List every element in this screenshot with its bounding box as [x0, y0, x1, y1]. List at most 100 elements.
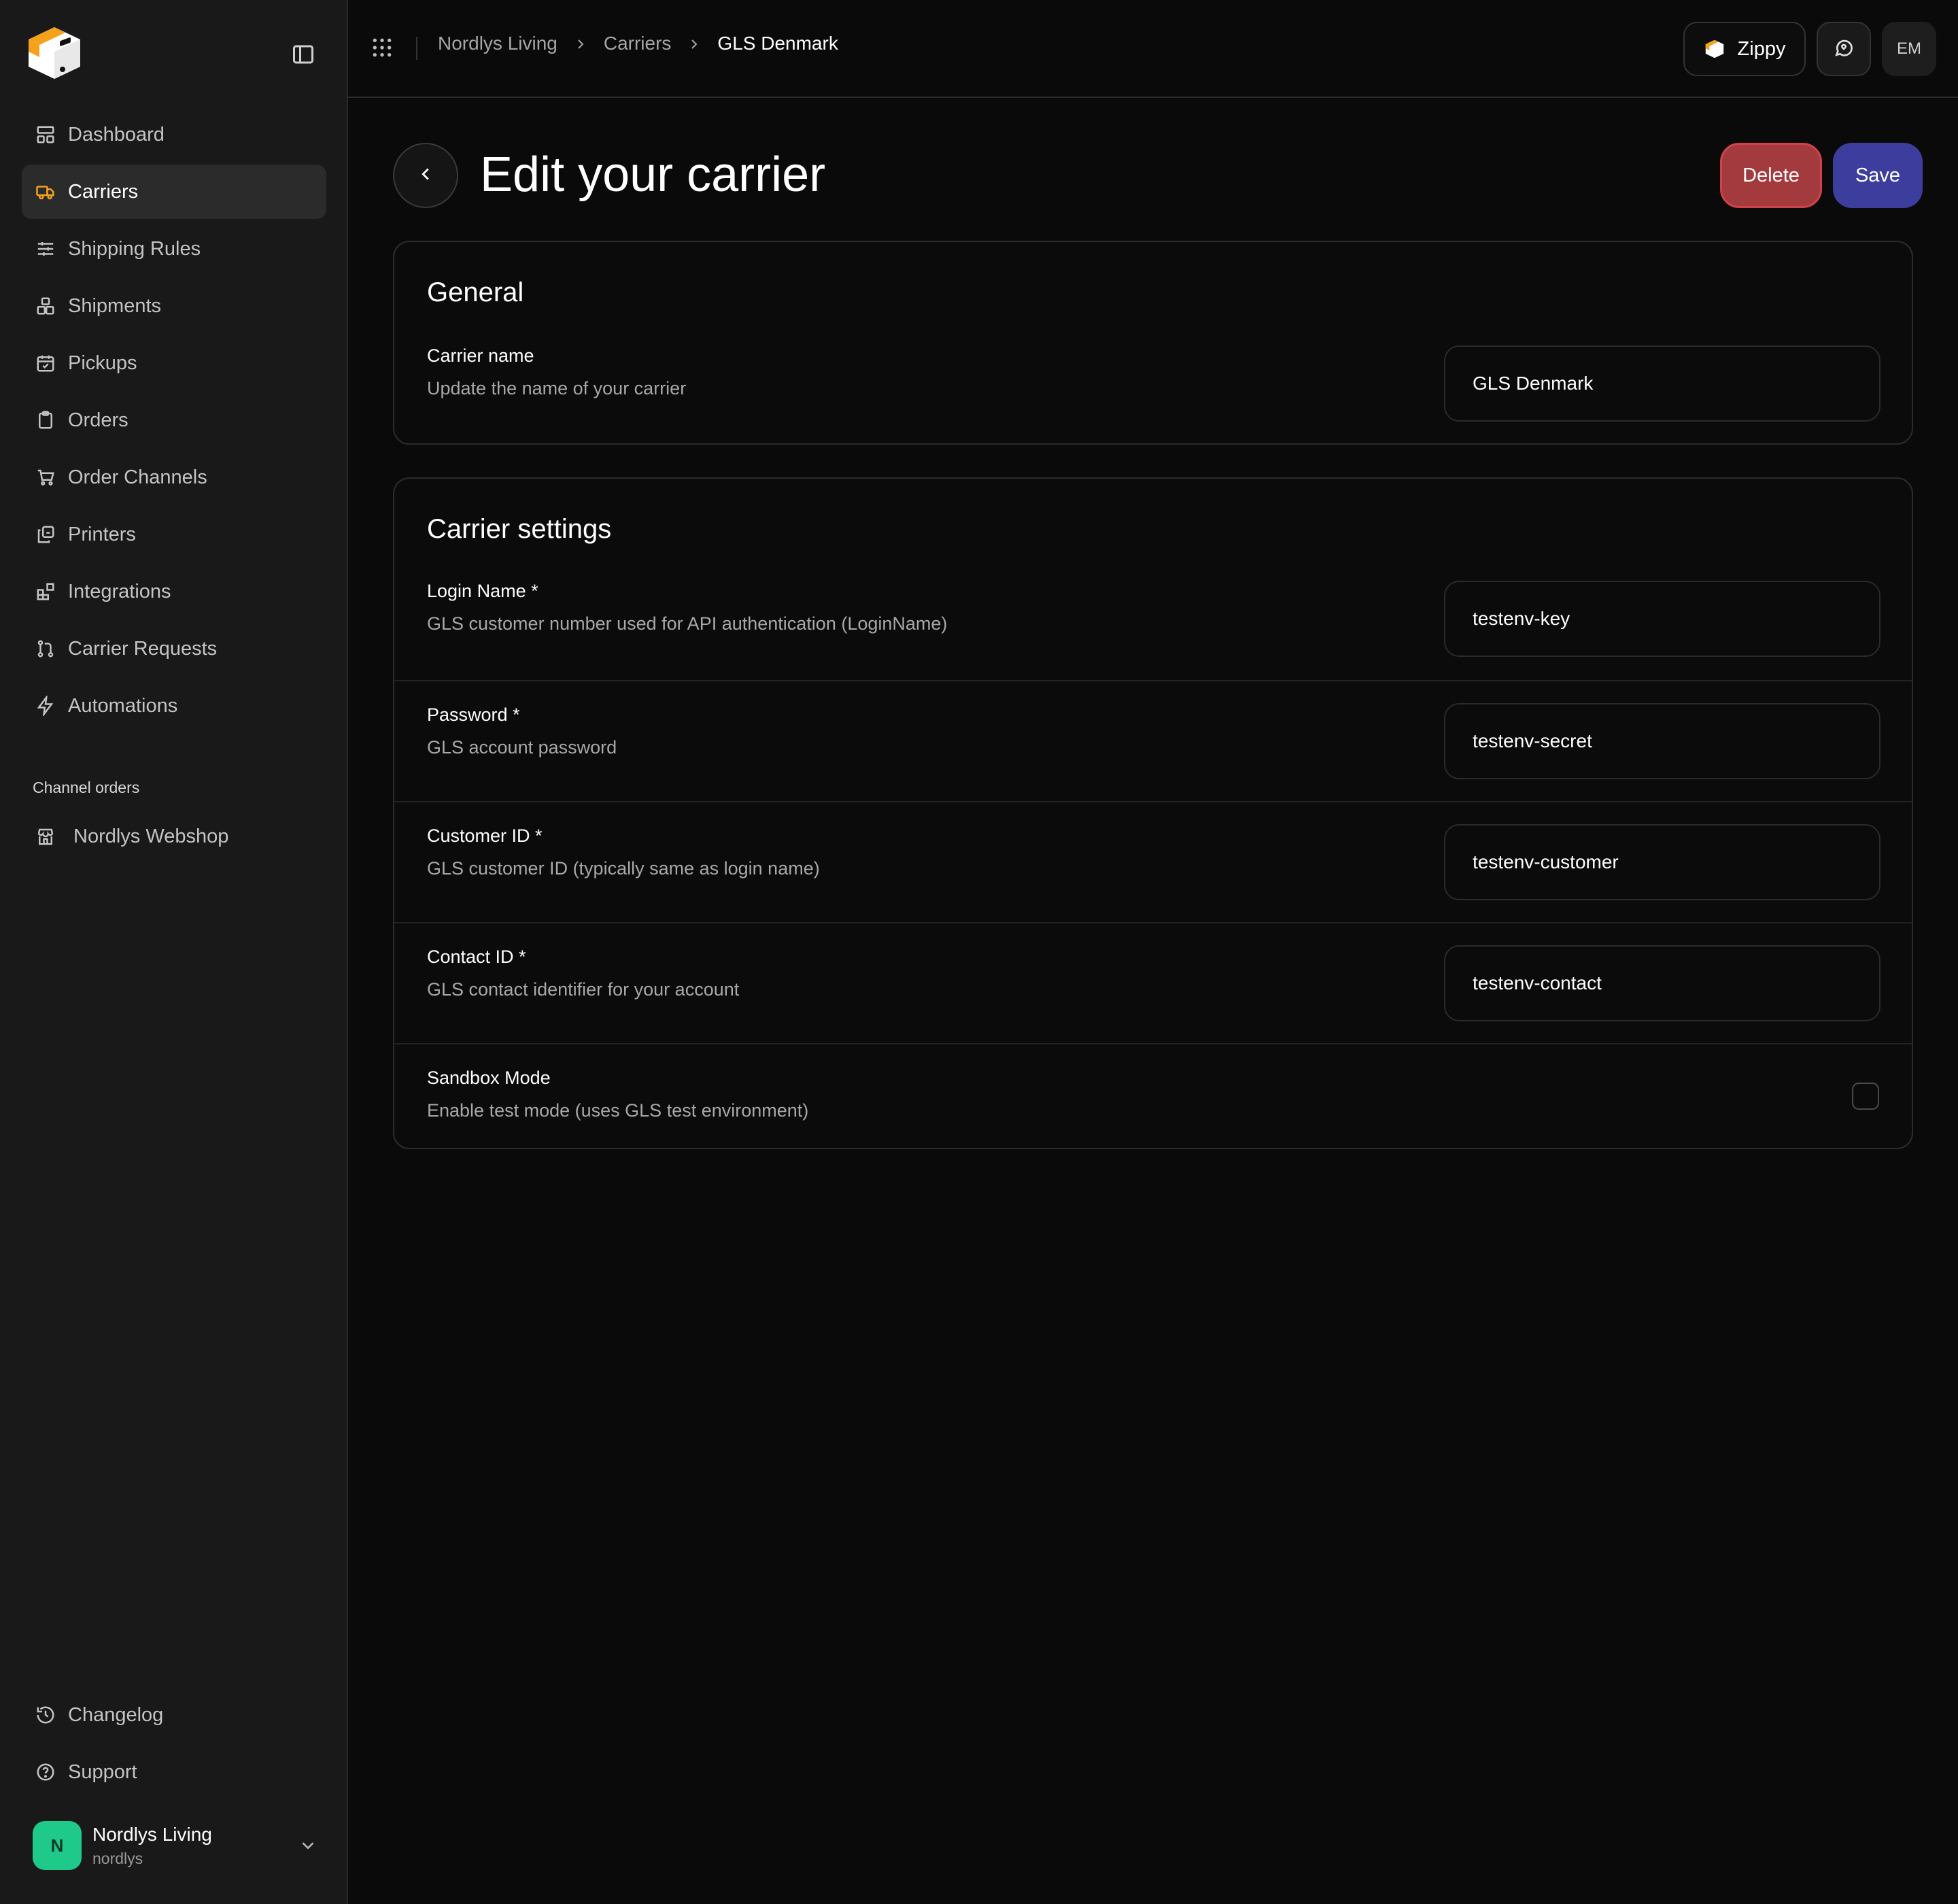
- login-name-row: Login Name * GLS customer number used fo…: [394, 567, 1912, 680]
- customer-id-label: Customer ID *: [427, 826, 543, 846]
- sidebar-item-label: Nordlys Webshop: [73, 825, 229, 847]
- login-name-description: GLS customer number used for API authent…: [427, 613, 948, 634]
- carrier-settings-card: Carrier settings Login Name * GLS custom…: [393, 477, 1913, 1149]
- chevron-right-icon: [572, 35, 589, 52]
- sidebar-item-label: Order Channels: [68, 466, 207, 488]
- page-title: Edit your carrier: [480, 148, 826, 202]
- chat-button[interactable]: [1817, 22, 1871, 76]
- sandbox-mode-checkbox[interactable]: [1852, 1083, 1879, 1110]
- sidebar-item-integrations[interactable]: Integrations: [22, 564, 326, 619]
- back-button[interactable]: [393, 143, 458, 208]
- main-content: Nordlys Living Carriers GLS Denmark Zipp…: [348, 0, 1958, 1904]
- sidebar-item-label: Shipments: [68, 294, 162, 317]
- sidebar-item-shipments[interactable]: Shipments: [22, 279, 326, 333]
- org-handle: nordlys: [92, 1849, 143, 1867]
- sandbox-mode-row: Sandbox Mode Enable test mode (uses GLS …: [394, 1043, 1912, 1148]
- sidebar-item-label: Carriers: [68, 180, 139, 203]
- sandbox-mode-label: Sandbox Mode: [427, 1068, 551, 1088]
- chevron-right-icon: [686, 35, 702, 52]
- general-section-title: General: [427, 277, 524, 307]
- sandbox-mode-description: Enable test mode (uses GLS test environm…: [427, 1100, 809, 1121]
- login-name-input[interactable]: [1444, 581, 1880, 657]
- sidebar-item-label: Automations: [68, 694, 178, 717]
- sidebar-item-label: Orders: [68, 409, 128, 431]
- apps-grid-icon[interactable]: [371, 37, 393, 58]
- customer-id-input[interactable]: [1444, 824, 1880, 900]
- blocks-icon: [35, 581, 56, 602]
- breadcrumb-carriers[interactable]: Carriers: [604, 33, 672, 54]
- org-name: Nordlys Living: [92, 1823, 212, 1845]
- zippy-button[interactable]: Zippy: [1683, 22, 1806, 76]
- carrier-name-input[interactable]: [1444, 345, 1880, 422]
- sidebar-item-label: Pickups: [68, 352, 137, 374]
- password-label: Password *: [427, 704, 520, 725]
- sidebar-item-label: Changelog: [68, 1703, 164, 1726]
- breadcrumb-current: GLS Denmark: [717, 33, 838, 54]
- sidebar-item-label: Dashboard: [68, 123, 165, 146]
- sidebar-item-label: Integrations: [68, 580, 171, 602]
- zippy-logo-icon: [1704, 38, 1725, 60]
- sidebar-item-nordlys-webshop[interactable]: Nordlys Webshop: [22, 809, 326, 864]
- contact-id-row: Contact ID * GLS contact identifier for …: [394, 922, 1912, 1043]
- login-name-label: Login Name *: [427, 581, 538, 601]
- sidebar-item-shipping-rules[interactable]: Shipping Rules: [22, 222, 326, 276]
- delete-button[interactable]: Delete: [1720, 143, 1822, 208]
- shopping-cart-icon: [35, 467, 56, 488]
- organization-switcher[interactable]: N Nordlys Living nordlys: [33, 1820, 318, 1871]
- main-nav: Dashboard Carriers Shipping Rules Shipme…: [22, 107, 326, 736]
- help-circle-icon: [35, 1762, 56, 1782]
- breadcrumb: Nordlys Living Carriers GLS Denmark: [438, 33, 838, 54]
- sidebar-item-label: Support: [68, 1761, 137, 1783]
- save-button[interactable]: Save: [1833, 143, 1923, 208]
- git-pull-request-icon: [35, 639, 56, 659]
- sidebar-item-orders[interactable]: Orders: [22, 393, 326, 447]
- layout-dashboard-icon: [35, 124, 56, 145]
- contact-id-description: GLS contact identifier for your account: [427, 979, 740, 1000]
- contact-id-input[interactable]: [1444, 945, 1880, 1021]
- chevron-down-icon: [298, 1835, 318, 1856]
- page-header: Edit your carrier Delete Save: [393, 143, 1923, 208]
- carrier-settings-title: Carrier settings: [427, 514, 612, 544]
- chevron-left-icon: [415, 164, 436, 188]
- history-icon: [35, 1705, 56, 1725]
- sidebar-item-label: Shipping Rules: [68, 237, 201, 260]
- clipboard-icon: [35, 410, 56, 430]
- sidebar-item-carrier-requests[interactable]: Carrier Requests: [22, 622, 326, 676]
- user-avatar[interactable]: EM: [1882, 22, 1936, 76]
- sidebar-item-printers[interactable]: Printers: [22, 507, 326, 562]
- org-avatar: N: [33, 1821, 82, 1870]
- sliders-icon: [35, 239, 56, 259]
- zap-icon: [35, 696, 56, 716]
- customer-id-row: Customer ID * GLS customer ID (typically…: [394, 801, 1912, 922]
- sidebar-item-automations[interactable]: Automations: [22, 679, 326, 733]
- zippy-label: Zippy: [1737, 37, 1786, 60]
- printer-icon: [35, 524, 56, 545]
- sidebar: Dashboard Carriers Shipping Rules Shipme…: [0, 0, 348, 1904]
- password-row: Password * GLS account password: [394, 680, 1912, 801]
- customer-id-description: GLS customer ID (typically same as login…: [427, 858, 820, 879]
- message-circle-icon: [1833, 37, 1855, 62]
- sidebar-item-carriers[interactable]: Carriers: [22, 165, 326, 219]
- sidebar-item-pickups[interactable]: Pickups: [22, 336, 326, 390]
- app-logo[interactable]: [23, 22, 86, 84]
- topbar: Nordlys Living Carriers GLS Denmark Zipp…: [348, 0, 1958, 98]
- sidebar-toggle-icon[interactable]: [291, 42, 315, 67]
- sidebar-bottom-nav: Changelog Support: [22, 1688, 326, 1802]
- store-icon: [35, 826, 56, 847]
- boxes-icon: [35, 296, 56, 316]
- contact-id-label: Contact ID *: [427, 947, 526, 967]
- calendar-check-icon: [35, 353, 56, 373]
- sidebar-item-label: Printers: [68, 523, 136, 545]
- sidebar-item-dashboard[interactable]: Dashboard: [22, 107, 326, 162]
- carrier-name-description: Update the name of your carrier: [427, 378, 687, 398]
- sidebar-item-support[interactable]: Support: [22, 1745, 326, 1799]
- carrier-name-label: Carrier name: [427, 345, 534, 366]
- sidebar-item-label: Carrier Requests: [68, 637, 218, 660]
- sidebar-item-order-channels[interactable]: Order Channels: [22, 450, 326, 505]
- password-input[interactable]: [1444, 703, 1880, 779]
- topbar-divider: [416, 37, 417, 60]
- channel-orders-heading: Channel orders: [33, 779, 140, 796]
- breadcrumb-org[interactable]: Nordlys Living: [438, 33, 557, 54]
- sidebar-item-changelog[interactable]: Changelog: [22, 1688, 326, 1742]
- truck-icon: [35, 182, 56, 202]
